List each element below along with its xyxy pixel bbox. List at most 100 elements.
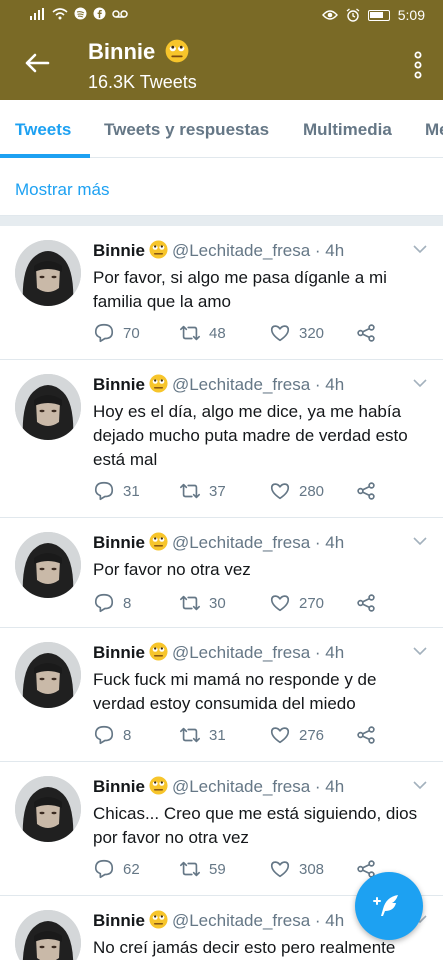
tweet-author-handle[interactable]: @Lechitade_fresa bbox=[172, 375, 310, 394]
retweet-button[interactable]: 48 bbox=[179, 322, 226, 344]
chevron-down-icon[interactable] bbox=[413, 780, 427, 790]
section-divider bbox=[0, 216, 443, 226]
tweet[interactable]: Binnie @Lechitade_fresa · 4h Por favor no … bbox=[0, 518, 443, 628]
share-button[interactable] bbox=[355, 724, 377, 746]
like-heart-icon bbox=[270, 595, 290, 612]
like-button[interactable]: 276 bbox=[269, 724, 324, 746]
like-button[interactable]: 280 bbox=[269, 480, 324, 502]
reply-button[interactable]: 8 bbox=[93, 592, 131, 614]
chevron-down-icon[interactable] bbox=[413, 646, 427, 656]
tweet-author-name[interactable]: Binnie bbox=[93, 533, 145, 552]
tweet-header: Binnie @Lechitade_fresa · 4h bbox=[93, 374, 344, 395]
tweet-timestamp: · 4h bbox=[314, 911, 345, 930]
reply-icon bbox=[94, 323, 114, 343]
avatar[interactable] bbox=[15, 374, 81, 440]
eye-roll-emoji-icon bbox=[149, 910, 168, 929]
avatar[interactable] bbox=[15, 776, 81, 842]
profile-title: Binnie bbox=[88, 39, 193, 65]
like-count: 270 bbox=[299, 594, 325, 612]
tweet-author-name[interactable]: Binnie bbox=[93, 375, 145, 394]
tweet-author-handle[interactable]: @Lechitade_fresa bbox=[172, 643, 310, 662]
spotify-icon bbox=[74, 7, 87, 20]
reply-count: 8 bbox=[123, 594, 132, 612]
reply-icon bbox=[94, 725, 114, 745]
eye-icon bbox=[321, 10, 338, 20]
retweet-count: 48 bbox=[209, 324, 226, 342]
reply-count: 62 bbox=[123, 860, 140, 878]
tweet-author-handle[interactable]: @Lechitade_fresa bbox=[172, 533, 310, 552]
tab-tweets-and-replies[interactable]: Tweets y respuestas bbox=[104, 120, 269, 140]
like-button[interactable]: 270 bbox=[269, 592, 324, 614]
share-button[interactable] bbox=[355, 322, 377, 344]
tweet-actions: 70 48 320 bbox=[93, 322, 393, 346]
tweet-timestamp: · 4h bbox=[314, 777, 345, 796]
share-icon bbox=[357, 324, 375, 342]
compose-feather-icon bbox=[373, 895, 398, 916]
chevron-down-icon[interactable] bbox=[413, 244, 427, 254]
chevron-down-icon[interactable] bbox=[413, 378, 427, 388]
tweet-header: Binnie @Lechitade_fresa · 4h bbox=[93, 642, 344, 663]
tweet[interactable]: Binnie @Lechitade_fresa · 4h Hoy es el día… bbox=[0, 360, 443, 518]
tweet-header: Binnie @Lechitade_fresa · 4h bbox=[93, 240, 344, 261]
tweet-actions: 31 37 280 bbox=[93, 480, 393, 504]
tweet-timestamp: · 4h bbox=[314, 375, 345, 394]
eye-roll-emoji-icon bbox=[165, 39, 189, 63]
tab-tweets[interactable]: Tweets bbox=[15, 120, 71, 140]
tweet-actions: 62 59 308 bbox=[93, 858, 393, 882]
tweet-header: Binnie @Lechitade_fresa · 4h bbox=[93, 532, 344, 553]
show-more-link[interactable]: Mostrar más bbox=[15, 180, 109, 200]
tweet-author-name[interactable]: Binnie bbox=[93, 911, 145, 930]
reply-button[interactable]: 70 bbox=[93, 322, 140, 344]
like-count: 308 bbox=[299, 860, 325, 878]
chevron-down-icon[interactable] bbox=[413, 536, 427, 546]
voicemail-icon bbox=[112, 9, 128, 18]
tweet-timestamp: · 4h bbox=[314, 643, 345, 662]
like-heart-icon bbox=[270, 861, 290, 878]
avatar[interactable] bbox=[15, 532, 81, 598]
share-icon bbox=[357, 726, 375, 744]
more-options-icon[interactable] bbox=[413, 50, 423, 80]
share-button[interactable] bbox=[355, 592, 377, 614]
tweet-author-handle[interactable]: @Lechitade_fresa bbox=[172, 241, 310, 260]
like-button[interactable]: 308 bbox=[269, 858, 324, 880]
profile-name: Binnie bbox=[88, 39, 156, 64]
tweet-author-name[interactable]: Binnie bbox=[93, 241, 145, 260]
wifi-icon bbox=[52, 7, 68, 19]
battery-icon bbox=[367, 9, 390, 21]
like-button[interactable]: 320 bbox=[269, 322, 324, 344]
retweet-button[interactable]: 30 bbox=[179, 592, 226, 614]
avatar[interactable] bbox=[15, 910, 81, 960]
profile-header: Binnie 16.3K Tweets bbox=[0, 30, 443, 100]
reply-icon bbox=[94, 481, 114, 501]
retweet-button[interactable]: 37 bbox=[179, 480, 226, 502]
back-arrow-icon[interactable] bbox=[22, 48, 52, 78]
reply-icon bbox=[94, 593, 114, 613]
alarm-icon bbox=[346, 8, 360, 22]
retweet-button[interactable]: 31 bbox=[179, 724, 226, 746]
retweet-icon bbox=[180, 727, 200, 743]
reply-button[interactable]: 31 bbox=[93, 480, 140, 502]
tab-media[interactable]: Multimedia bbox=[303, 120, 392, 140]
reply-button[interactable]: 8 bbox=[93, 724, 131, 746]
tweet[interactable]: Binnie @Lechitade_fresa · 4h Por favor, si… bbox=[0, 226, 443, 360]
tweet-author-handle[interactable]: @Lechitade_fresa bbox=[172, 911, 310, 930]
tweet-header: Binnie @Lechitade_fresa · 4h bbox=[93, 910, 344, 931]
tweet-author-name[interactable]: Binnie bbox=[93, 777, 145, 796]
status-icons-left bbox=[30, 7, 128, 20]
like-count: 320 bbox=[299, 324, 325, 342]
tab-likes[interactable]: Me bbox=[425, 120, 443, 140]
compose-tweet-button[interactable] bbox=[355, 872, 423, 940]
share-button[interactable] bbox=[355, 480, 377, 502]
tweet-author-handle[interactable]: @Lechitade_fresa bbox=[172, 777, 310, 796]
avatar[interactable] bbox=[15, 240, 81, 306]
tweet[interactable]: Binnie @Lechitade_fresa · 4h Fuck fuck mi … bbox=[0, 628, 443, 762]
retweet-count: 31 bbox=[209, 726, 226, 744]
avatar[interactable] bbox=[15, 642, 81, 708]
tweet-header: Binnie @Lechitade_fresa · 4h bbox=[93, 776, 344, 797]
retweet-icon bbox=[180, 325, 200, 341]
reply-button[interactable]: 62 bbox=[93, 858, 140, 880]
status-icons-right: 5:09 bbox=[321, 7, 425, 23]
tweet-author-name[interactable]: Binnie bbox=[93, 643, 145, 662]
retweet-button[interactable]: 59 bbox=[179, 858, 226, 880]
eye-roll-emoji-icon bbox=[149, 642, 168, 661]
